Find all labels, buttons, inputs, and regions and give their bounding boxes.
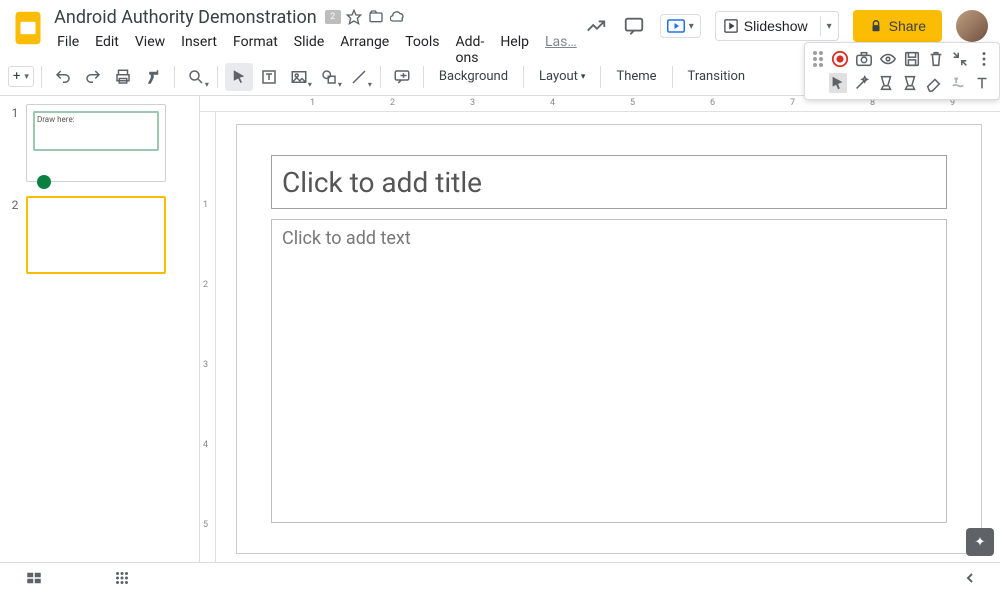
separator xyxy=(523,66,524,88)
cloud-status-icon[interactable] xyxy=(389,8,407,26)
present-with-meet-button[interactable]: ▾ xyxy=(660,14,701,38)
more-icon[interactable] xyxy=(975,49,993,69)
share-button[interactable]: Share xyxy=(853,10,942,42)
theme-button[interactable]: Theme xyxy=(608,65,664,88)
collapse-icon[interactable] xyxy=(951,49,969,69)
menu-last-edit[interactable]: Las… xyxy=(538,30,584,70)
eraser-icon[interactable] xyxy=(925,73,943,93)
insert-shape-button[interactable] xyxy=(315,63,343,91)
record-icon[interactable] xyxy=(831,49,849,69)
grid-view-button[interactable] xyxy=(108,564,136,592)
slideshow-button[interactable]: Slideshow xyxy=(716,12,820,40)
slide-1-number: 1 xyxy=(4,104,26,182)
select-tool-button[interactable] xyxy=(225,63,253,91)
separator xyxy=(174,66,175,88)
background-button[interactable]: Background xyxy=(431,65,516,88)
plus-icon: + xyxy=(13,69,20,84)
text-tool-icon[interactable] xyxy=(973,73,991,93)
transition-button[interactable]: Transition xyxy=(680,65,754,88)
zoom-button[interactable] xyxy=(182,63,210,91)
layout-button[interactable]: Layout▾ xyxy=(531,65,593,88)
slide-2-number: 2 xyxy=(4,196,26,274)
share-label: Share xyxy=(889,18,926,34)
collaborator-avatar xyxy=(37,175,51,189)
canvas[interactable]: 1 2 3 4 5 6 7 8 9 1 2 3 4 5 Click to add… xyxy=(200,96,1000,562)
slideshow-label: Slideshow xyxy=(744,18,808,34)
separator xyxy=(600,66,601,88)
menu-addons[interactable]: Add-ons xyxy=(449,30,492,70)
comment-count-badge[interactable]: 2 xyxy=(325,10,341,24)
doc-title[interactable]: Android Authority Demonstration xyxy=(50,5,321,30)
insert-line-button[interactable] xyxy=(345,63,373,91)
slide-1-preview-text: Draw here: xyxy=(33,111,159,151)
slideshow-options-button[interactable]: ▾ xyxy=(821,21,838,32)
vertical-ruler: 1 2 3 4 5 xyxy=(200,112,216,562)
collapse-panel-button[interactable] xyxy=(960,568,980,588)
comments-icon[interactable] xyxy=(622,14,646,38)
account-avatar[interactable] xyxy=(956,10,988,42)
slide-2-thumbnail[interactable] xyxy=(26,196,166,274)
save-icon[interactable] xyxy=(903,49,921,69)
select-cursor-icon[interactable] xyxy=(829,73,847,93)
separator xyxy=(672,66,673,88)
header-actions: ▾ Slideshow ▾ Share xyxy=(584,6,988,42)
title-placeholder[interactable]: Click to add title xyxy=(271,155,947,209)
chevron-down-icon: ▾ xyxy=(689,21,694,32)
trash-icon[interactable] xyxy=(927,49,945,69)
separator xyxy=(41,66,42,88)
separator xyxy=(380,66,381,88)
filmstrip-view-button[interactable] xyxy=(20,564,48,592)
text-box-button[interactable] xyxy=(255,63,283,91)
main-area: 1 Draw here: 2 1 2 3 4 5 6 7 8 9 1 2 3 4 xyxy=(0,96,1000,562)
body-placeholder[interactable]: Click to add text xyxy=(271,219,947,523)
insert-comment-button[interactable] xyxy=(388,63,416,91)
menu-help[interactable]: Help xyxy=(493,30,536,70)
slide-1-thumbnail[interactable]: Draw here: xyxy=(26,104,166,182)
slides-logo[interactable] xyxy=(12,8,44,48)
separator xyxy=(217,66,218,88)
redo-button[interactable] xyxy=(79,63,107,91)
slide-editor[interactable]: Click to add title Click to add text xyxy=(236,124,982,554)
title-area: Android Authority Demonstration 2 File E… xyxy=(50,6,584,70)
explore-button[interactable]: ✦ xyxy=(966,528,994,556)
undo-button[interactable] xyxy=(49,63,77,91)
print-button[interactable] xyxy=(109,63,137,91)
highlighter-2-icon[interactable] xyxy=(901,73,919,93)
highlighter-1-icon[interactable] xyxy=(877,73,895,93)
star-icon[interactable] xyxy=(345,8,363,26)
magic-wand-icon[interactable] xyxy=(853,73,871,93)
drag-handle-icon[interactable] xyxy=(813,51,823,67)
insert-image-button[interactable] xyxy=(285,63,313,91)
recording-toolbar[interactable] xyxy=(804,42,1000,100)
activity-icon[interactable] xyxy=(584,14,608,38)
bottom-bar xyxy=(0,562,1000,592)
camera-icon[interactable] xyxy=(855,49,873,69)
separator xyxy=(423,66,424,88)
text-format-icon[interactable] xyxy=(949,73,967,93)
paint-format-button[interactable] xyxy=(139,63,167,91)
filmstrip[interactable]: 1 Draw here: 2 xyxy=(0,96,200,562)
move-folder-icon[interactable] xyxy=(367,8,385,26)
eye-icon[interactable] xyxy=(879,49,897,69)
new-slide-button[interactable]: + ▾ xyxy=(8,66,34,87)
